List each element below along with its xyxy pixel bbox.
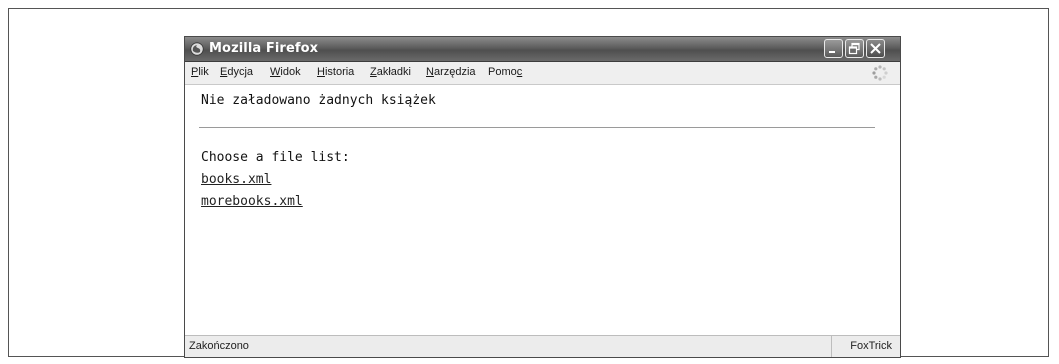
- horizontal-rule: [199, 127, 875, 128]
- throbber-icon: [871, 64, 889, 82]
- menu-historia-key: H: [317, 66, 325, 78]
- title-bar[interactable]: Mozilla Firefox: [185, 37, 900, 62]
- page-content: Nie załadowano żadnych książek Choose a …: [185, 85, 900, 335]
- screenshot-frame: Mozilla Firefox Plik Edycja Widok Histor…: [8, 8, 1049, 358]
- close-button[interactable]: [866, 39, 885, 58]
- menu-edycja-key: E: [220, 66, 228, 78]
- status-bar: Zakończono FoxTrick: [185, 335, 900, 357]
- firefox-icon: [190, 41, 204, 56]
- minimize-icon: [829, 51, 835, 53]
- menu-pomoc[interactable]: Pomoc: [488, 66, 522, 78]
- menu-narzedzia[interactable]: Narzędzia: [426, 66, 476, 78]
- status-text: Zakończono: [189, 340, 249, 352]
- menu-historia[interactable]: Historia: [317, 66, 354, 78]
- menu-edycja[interactable]: Edycja: [220, 66, 253, 78]
- close-icon: [870, 43, 881, 54]
- menu-widok-key: W: [270, 66, 281, 78]
- menu-pomoc-key: c: [516, 66, 523, 78]
- menu-plik-key: P: [191, 66, 199, 78]
- morebooks-xml-link[interactable]: morebooks.xml: [201, 194, 303, 209]
- choose-file-label: Choose a file list:: [201, 150, 350, 165]
- restore-icon: [848, 42, 860, 55]
- foxtrick-panel[interactable]: FoxTrick: [831, 336, 900, 357]
- menu-narzedzia-key: N: [426, 66, 434, 78]
- status-message: Nie załadowano żadnych książek: [201, 93, 436, 108]
- menu-zakladki[interactable]: Zakładki: [370, 66, 411, 78]
- menu-zakladki-key: Z: [370, 66, 377, 78]
- menu-widok[interactable]: Widok: [270, 66, 301, 78]
- foxtrick-label: FoxTrick: [850, 340, 892, 352]
- window-title: Mozilla Firefox: [209, 41, 319, 56]
- minimize-button[interactable]: [824, 39, 843, 58]
- books-xml-link[interactable]: books.xml: [201, 172, 271, 187]
- restore-button[interactable]: [845, 39, 864, 58]
- browser-window: Mozilla Firefox Plik Edycja Widok Histor…: [184, 36, 901, 358]
- menu-bar: Plik Edycja Widok Historia Zakładki Narz…: [185, 62, 900, 85]
- menu-plik[interactable]: Plik: [191, 66, 209, 78]
